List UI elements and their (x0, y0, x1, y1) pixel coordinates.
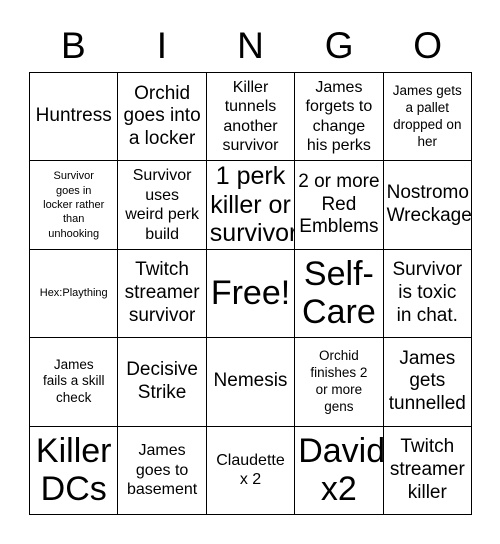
bingo-grid: Huntress Orchid goes into a locker Killer … (29, 72, 472, 515)
bingo-cell-label: James goes to basement (126, 442, 198, 499)
bingo-cell[interactable]: James forgets to change his perks (295, 73, 384, 162)
bingo-header: B I N G O (29, 19, 472, 72)
bingo-cell[interactable]: 1 perk killer or survivor (206, 161, 296, 250)
bingo-cell[interactable]: Huntress (30, 73, 119, 162)
bingo-cell[interactable]: Survivor goes in locker rather than unho… (30, 161, 119, 250)
bingo-cell[interactable]: James gets tunnelled (383, 338, 472, 427)
bingo-cell-label: David x2 (298, 432, 384, 509)
bingo-cell-label: James fails a skill check (42, 356, 105, 406)
bingo-cell[interactable]: James gets a pallet dropped on her (383, 73, 472, 162)
bingo-cell[interactable]: Orchid goes into a locker (118, 73, 207, 162)
bingo-cell[interactable]: David x2 (295, 426, 384, 515)
bingo-cell-label: Twitch streamer killer (389, 436, 465, 503)
bingo-cell[interactable]: Hex:Plaything (30, 249, 119, 339)
bingo-cell[interactable]: Twitch streamer survivor (118, 249, 207, 339)
header-letter-b: B (60, 25, 86, 66)
header-letter-n: N (237, 25, 264, 66)
bingo-cell[interactable]: Killer DCs (30, 426, 119, 515)
bingo-cell[interactable]: Decisive Strike (118, 338, 207, 427)
bingo-cell[interactable]: Survivor uses weird perk build (118, 161, 207, 250)
header-letter-o: O (413, 25, 443, 66)
bingo-card: B I N G O Huntress Orchid goes into a loc… (0, 0, 500, 544)
bingo-cell[interactable]: Free! (206, 249, 296, 339)
bingo-cell[interactable]: Twitch streamer killer (383, 426, 472, 515)
bingo-cell-label: Free! (210, 274, 291, 313)
bingo-cell-label: Orchid finishes 2 or more gens (310, 348, 368, 414)
bingo-cell[interactable]: Survivor is toxic in chat. (383, 249, 472, 339)
header-letter-i: I (156, 25, 168, 66)
bingo-cell-label: Huntress (35, 105, 112, 127)
bingo-cell-label: Self- Care (302, 255, 376, 332)
bingo-cell-label: Nostromo Wreckage (386, 182, 472, 227)
bingo-cell[interactable]: 2 or more Red Emblems (295, 161, 384, 250)
bingo-cell-label: Killer DCs (35, 432, 112, 509)
bingo-cell[interactable]: Nostromo Wreckage (383, 161, 472, 250)
bingo-cell-label: James forgets to change his perks (305, 78, 373, 155)
bingo-cell[interactable]: Claudette x 2 (206, 426, 296, 515)
bingo-cell-label: Claudette x 2 (216, 451, 285, 489)
bingo-cell[interactable]: Nemesis (206, 338, 296, 427)
bingo-cell-label: Decisive Strike (126, 359, 198, 403)
header-letter-g: G (324, 25, 354, 66)
bingo-cell-label: Survivor is toxic in chat. (392, 259, 463, 326)
bingo-cell-label: Orchid goes into a locker (123, 82, 201, 150)
bingo-cell-label: Nemesis (213, 370, 288, 392)
bingo-cell-label: Hex:Plaything (39, 287, 108, 300)
bingo-cell-label: Survivor goes in locker rather than unho… (43, 170, 105, 240)
bingo-cell-label: Twitch streamer survivor (124, 259, 200, 326)
bingo-cell[interactable]: Orchid finishes 2 or more gens (295, 338, 384, 427)
bingo-cell-label: Survivor uses weird perk build (125, 167, 199, 243)
bingo-cell[interactable]: Self- Care (295, 249, 384, 339)
bingo-cell-label: James gets tunnelled (388, 347, 466, 415)
bingo-cell-label: Killer tunnels another survivor (222, 78, 279, 155)
bingo-cell-label: 1 perk killer or survivor (209, 161, 296, 248)
bingo-cell-label: 2 or more Red Emblems (298, 170, 380, 238)
bingo-cell[interactable]: James fails a skill check (30, 338, 119, 427)
bingo-cell-label: James gets a pallet dropped on her (392, 82, 462, 149)
bingo-cell[interactable]: James goes to basement (118, 426, 207, 515)
bingo-cell[interactable]: Killer tunnels another survivor (206, 73, 296, 162)
